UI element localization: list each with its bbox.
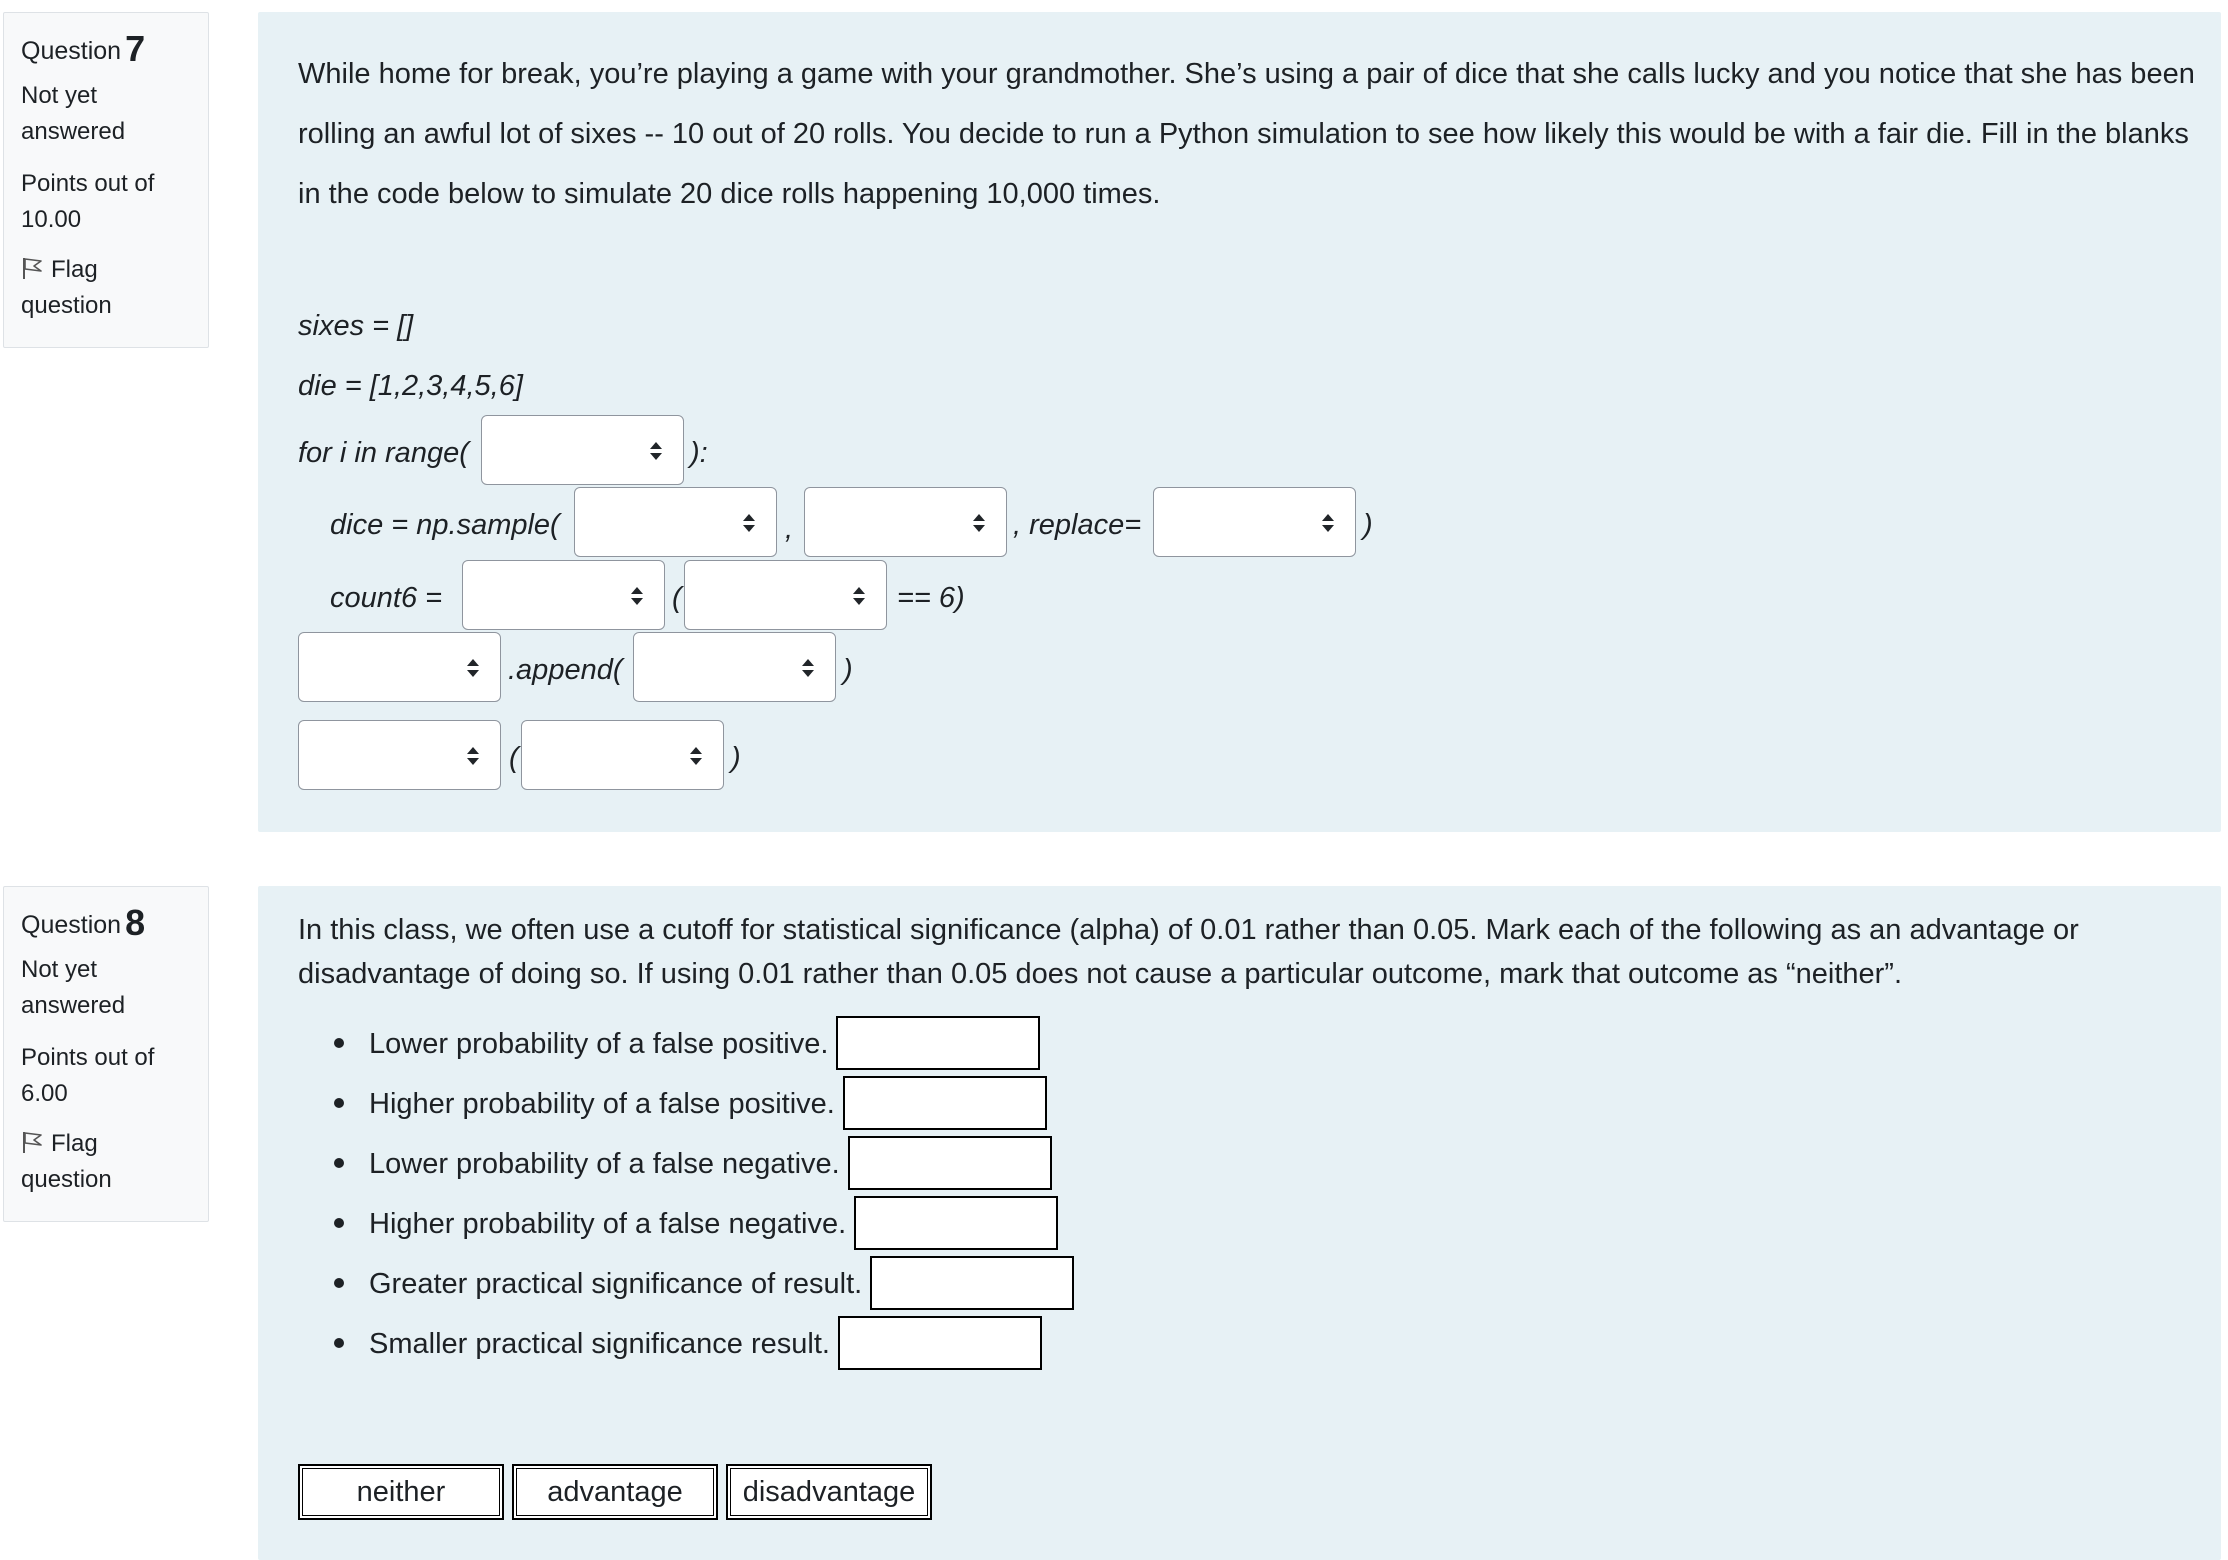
question-8-text: In this class, we often use a cutoff for… [298,914,2079,990]
sample-size-select[interactable] [804,487,1007,557]
list-item: Lower probability of a false negative. [298,1134,1052,1194]
code-append-close: ) [843,654,853,686]
question-label: Question [21,911,122,939]
drop-zone[interactable] [847,1136,1052,1191]
code-line-sixes: sixes = [] [298,310,414,342]
up-down-arrow-icon [743,514,755,532]
item-text: Higher probability of a false negative. [369,1208,847,1240]
code-dice-close: ) [1363,509,1373,541]
code-final-paren: ( [509,742,519,774]
item-text: Lower probability of a false negative. [369,1148,840,1180]
question-state: Not yet answered [21,956,126,1019]
list-item: Greater practical significance of result… [298,1254,1075,1314]
final-function-select[interactable] [298,720,501,790]
choice-neither[interactable]: neither [298,1464,504,1520]
question-7-content: While home for break, you’re playing a g… [258,12,2221,832]
flag-icon [23,1132,42,1153]
question-grade: Points out of 6.00 [21,1044,155,1107]
bullet-icon [334,1338,344,1349]
code-line-die: die = [1,2,3,4,5,6] [298,370,523,402]
item-text: Higher probability of a false positive. [369,1088,835,1120]
code-count6-compare: == 6) [897,582,965,614]
code-dice-comma: , [785,513,794,545]
question-7-text: While home for break, you’re playing a g… [298,58,2195,210]
item-text: Smaller practical significance result. [369,1328,830,1360]
drop-zone[interactable] [842,1076,1047,1131]
item-text: Greater practical significance of result… [369,1268,863,1300]
choice-advantage[interactable]: advantage [512,1464,718,1520]
list-item: Lower probability of a false positive. [298,1014,1041,1074]
question-number: 8 [125,902,146,943]
bullet-icon [334,1098,344,1109]
question-7-info: Question 7 Not yet answered Points out of… [3,12,209,348]
choice-disadvantage[interactable]: disadvantage [726,1464,932,1520]
code-count6-paren: ( [672,582,682,614]
list-item: Higher probability of a false negative. [298,1194,1059,1254]
bullet-icon [334,1158,344,1169]
flag-question-link[interactable]: Flag question [21,252,194,324]
question-state: Not yet answered [21,82,126,145]
up-down-arrow-icon [802,659,814,677]
range-select[interactable] [481,415,684,485]
list-item: Higher probability of a false positive. [298,1074,1047,1134]
code-append: .append( [508,654,623,686]
question-8-number: Question 8 [21,901,194,948]
up-down-arrow-icon [690,747,702,765]
up-down-arrow-icon [853,587,865,605]
up-down-arrow-icon [467,747,479,765]
question-7-number: Question 7 [21,27,194,74]
replace-select[interactable] [1153,487,1356,557]
drop-zone[interactable] [836,1016,1041,1071]
code-for-close: ): [690,437,708,469]
item-text: Lower probability of a false positive. [369,1028,829,1060]
code-final-close: ) [731,742,741,774]
code-line-count6: count6 = [330,582,443,614]
question-label: Question [21,37,122,65]
up-down-arrow-icon [467,659,479,677]
drop-zone[interactable] [837,1316,1042,1371]
drop-zone[interactable] [870,1256,1075,1311]
final-argument-select[interactable] [521,720,724,790]
count-function-select[interactable] [462,560,665,630]
count-array-select[interactable] [684,560,887,630]
sample-array-select[interactable] [574,487,777,557]
up-down-arrow-icon [1322,514,1334,532]
question-grade: Points out of 10.00 [21,170,155,233]
list-item: Smaller practical significance result. [298,1314,1042,1374]
up-down-arrow-icon [631,587,643,605]
up-down-arrow-icon [973,514,985,532]
flag-question-link[interactable]: Flag question [21,1126,194,1198]
append-target-select[interactable] [298,632,501,702]
code-line-for: for i in range( [298,437,469,469]
question-8-content: In this class, we often use a cutoff for… [258,886,2221,1560]
append-value-select[interactable] [633,632,836,702]
bullet-icon [334,1218,344,1229]
flag-icon [23,258,42,279]
bullet-icon [334,1038,344,1049]
up-down-arrow-icon [650,442,662,460]
code-dice-replace: , replace= [1013,509,1142,541]
code-line-dice: dice = np.sample( [330,509,560,541]
drop-zone[interactable] [854,1196,1059,1251]
question-number: 7 [125,28,146,69]
bullet-icon [334,1278,344,1289]
question-8-info: Question 8 Not yet answered Points out of… [3,886,209,1222]
